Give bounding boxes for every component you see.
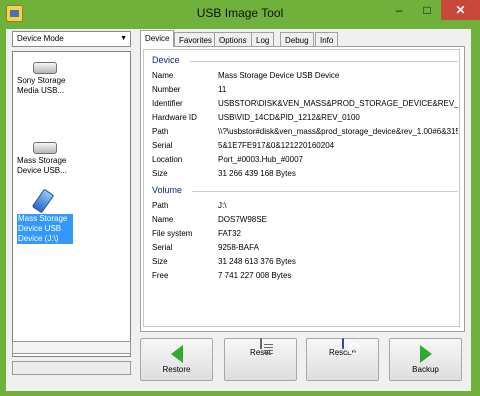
tab-info[interactable]: Info: [315, 32, 339, 47]
info-label: Size: [152, 169, 168, 178]
device-item-mass-storage-1[interactable]: Mass Storage Device USB...: [17, 142, 73, 176]
restore-button[interactable]: Restore: [140, 338, 213, 381]
info-value: USB\VID_14CD&PID_1212&REV_0100: [218, 113, 360, 122]
reset-button[interactable]: Reset: [224, 338, 297, 381]
rescan-icon: [341, 338, 344, 349]
device-tab-panel: Device Name Mass Storage Device USB Devic…: [140, 46, 465, 332]
title-bar[interactable]: USB Image Tool – □ ✕: [0, 0, 480, 29]
info-row-path: Path \\?\usbstor#disk&ven_mass&prod_stora…: [152, 127, 458, 139]
reset-button-label: Reset: [250, 348, 271, 357]
tab-debug[interactable]: Debug: [280, 32, 314, 47]
device-item-mass-storage-selected[interactable]: Mass Storage Device USB Device (J:\): [17, 188, 73, 244]
info-label: Identifier: [152, 99, 183, 108]
usb-stick-icon: [31, 188, 55, 214]
device-item-label: Mass Storage Device USB Device (J:\): [17, 214, 73, 244]
minimize-button[interactable]: –: [385, 0, 413, 20]
info-row-volume-serial: Serial 9258-BAFA: [152, 243, 458, 255]
backup-button[interactable]: Backup: [389, 338, 462, 381]
info-label: Hardware ID: [152, 113, 197, 122]
info-row-volume-size: Size 31 248 613 376 Bytes: [152, 257, 458, 269]
progress-bar: [12, 341, 131, 354]
rescan-button[interactable]: Rescan: [306, 338, 379, 381]
info-row-volume-name: Name DOS7W98SE: [152, 215, 458, 227]
info-value: FAT32: [218, 229, 241, 238]
section-divider: [190, 61, 458, 62]
backup-button-label: Backup: [412, 365, 439, 374]
info-value: 9258-BAFA: [218, 243, 259, 252]
info-row-identifier: Identifier USBSTOR\DISK&VEN_MASS&PROD_STO…: [152, 99, 458, 111]
chevron-down-icon: ▼: [120, 35, 127, 42]
info-label: Location: [152, 155, 183, 164]
mode-dropdown[interactable]: Device Mode ▼: [12, 31, 131, 47]
mode-dropdown-value: Device Mode: [17, 34, 64, 43]
arrow-right-icon: [415, 345, 437, 363]
info-row-serial: Serial 5&1E7FE917&0&121220160204: [152, 141, 458, 153]
tab-options[interactable]: Options: [214, 32, 252, 47]
info-value: 5&1E7FE917&0&121220160204: [218, 141, 335, 150]
info-row-number: Number 11: [152, 85, 458, 97]
close-button[interactable]: ✕: [441, 0, 480, 20]
info-value: Mass Storage Device USB Device: [218, 71, 340, 80]
info-row-name: Name Mass Storage Device USB Device: [152, 71, 458, 83]
info-row-location: Location Port_#0003.Hub_#0007: [152, 155, 458, 167]
section-volume-title: Volume: [152, 185, 183, 195]
info-value: 31 248 613 376 Bytes: [218, 257, 296, 266]
info-value: USBSTOR\DISK&VEN_MASS&PROD_STORAGE_DEVIC…: [218, 99, 458, 108]
device-list[interactable]: Sony Storage Media USB... Mass Storage D…: [12, 51, 131, 357]
app-window: USB Image Tool – □ ✕ Device Mode ▼ Sony …: [0, 0, 480, 396]
arrow-left-icon: [166, 345, 188, 363]
usb-drive-icon: [33, 142, 57, 154]
info-value: 31 266 439 168 Bytes: [218, 169, 296, 178]
info-label: Serial: [152, 141, 173, 150]
info-value: \\?\usbstor#disk&ven_mass&prod_storage_d…: [218, 127, 458, 136]
info-label: Path: [152, 127, 169, 136]
info-label: Name: [152, 215, 174, 224]
rescan-button-label: Rescan: [328, 348, 357, 357]
device-item-label: Sony Storage Media USB...: [17, 76, 66, 95]
info-label: Serial: [152, 243, 173, 252]
info-row-free: Free 7 741 227 008 Bytes: [152, 271, 458, 283]
info-label: Name: [152, 71, 174, 80]
document-icon: [259, 338, 262, 349]
info-row-volume-path: Path J:\: [152, 201, 458, 213]
info-value: 11: [218, 85, 227, 94]
info-row-file-system: File system FAT32: [152, 229, 458, 241]
info-value: 7 741 227 008 Bytes: [218, 271, 292, 280]
client-area: Device Mode ▼ Sony Storage Media USB... …: [6, 29, 471, 391]
restore-button-label: Restore: [162, 365, 191, 374]
tab-log[interactable]: Log: [251, 32, 275, 47]
info-label: Free: [152, 271, 169, 280]
info-value: J:\: [218, 201, 227, 210]
status-field: [12, 361, 131, 375]
section-device-title: Device: [152, 55, 180, 65]
info-panel: Device Name Mass Storage Device USB Devic…: [143, 49, 460, 327]
maximize-button[interactable]: □: [413, 0, 441, 20]
info-row-hardware-id: Hardware ID USB\VID_14CD&PID_1212&REV_010…: [152, 113, 458, 125]
section-divider: [192, 191, 458, 192]
info-value: DOS7W98SE: [218, 215, 267, 224]
device-item-sony[interactable]: Sony Storage Media USB...: [17, 62, 73, 96]
tab-device[interactable]: Device: [140, 30, 175, 47]
info-label: Number: [152, 85, 181, 94]
info-label: File system: [152, 229, 193, 238]
info-row-size: Size 31 266 439 168 Bytes: [152, 169, 458, 181]
device-item-label: Mass Storage Device USB...: [17, 156, 67, 175]
info-value: Port_#0003.Hub_#0007: [218, 155, 303, 164]
info-label: Path: [152, 201, 169, 210]
action-buttons: Restore Reset Rescan Backup: [140, 336, 465, 391]
info-label: Size: [152, 257, 168, 266]
usb-drive-icon: [33, 62, 57, 74]
tab-favorites[interactable]: Favorites: [174, 32, 217, 47]
